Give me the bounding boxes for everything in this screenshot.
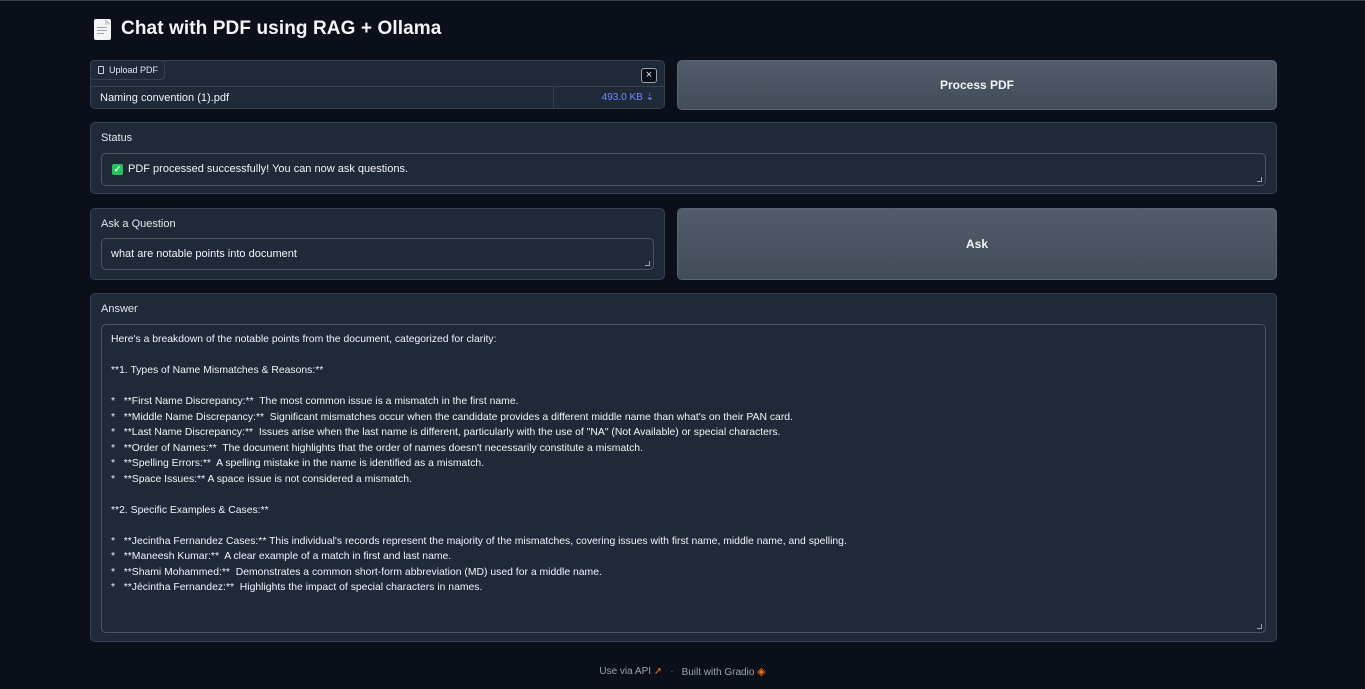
file-icon — [98, 66, 104, 74]
ask-button[interactable]: Ask — [677, 208, 1277, 280]
built-with-gradio-link[interactable]: Built with Gradio ◈ — [682, 665, 766, 678]
status-value: PDF processed successfully! You can now … — [128, 163, 409, 175]
answer-line: * **Space Issues:** A space issue is not… — [111, 473, 412, 485]
file-name: Naming convention (1).pdf — [100, 91, 230, 104]
process-pdf-button[interactable]: Process PDF — [677, 60, 1277, 110]
api-link-text: Use via API — [599, 665, 652, 677]
resize-handle[interactable] — [645, 261, 650, 266]
answer-line: * **Spelling Errors:** A spelling mistak… — [111, 458, 485, 469]
answer-line: * **Order of Names:** The document highl… — [111, 442, 643, 454]
answer-textbox[interactable]: Here's a breakdown of the notable points… — [101, 324, 1266, 633]
file-size-download-link[interactable]: 493.0 KB ⇣ — [554, 92, 664, 103]
answer-line: * **Last Name Discrepancy:** Issues aris… — [111, 427, 781, 438]
question-input[interactable]: what are notable points into document — [101, 238, 654, 270]
rocket-icon: ➚ — [653, 665, 663, 677]
built-with-text: Built with Gradio — [681, 666, 755, 678]
status-label: Status — [101, 132, 133, 144]
resize-handle[interactable] — [1257, 177, 1262, 182]
question-value: what are notable points into document — [111, 248, 297, 260]
document-icon — [94, 18, 111, 40]
answer-line: * **Jécintha Fernandez:** Highlights the… — [111, 582, 483, 593]
gradio-logo-icon: ◈ — [757, 665, 766, 678]
page-header: Chat with PDF using RAG + Ollama — [94, 15, 441, 43]
answer-line: * **Maneesh Kumar:** A clear example of … — [111, 551, 452, 562]
answer-line: Here's a breakdown of the notable points… — [111, 334, 497, 345]
answer-line: * **Middle Name Discrepancy:** Significa… — [111, 411, 793, 423]
upload-tab-label: Upload PDF — [109, 65, 159, 75]
answer-line: * **Shami Mohammed:** Demonstrates a com… — [111, 566, 602, 578]
upload-pdf-tab: Upload PDF — [90, 60, 165, 80]
question-label: Ask a Question — [101, 218, 176, 230]
status-textbox[interactable]: ✓ PDF processed successfully! You can no… — [101, 153, 1266, 186]
answer-line — [111, 518, 1255, 534]
clear-file-button[interactable]: × — [641, 68, 657, 83]
use-via-api-link[interactable]: Use via API ➚ — [599, 666, 662, 677]
answer-line: * **First Name Discrepancy:** The most c… — [111, 396, 519, 407]
page-title: Chat with PDF using RAG + Ollama — [121, 18, 442, 39]
answer-line — [111, 348, 1255, 364]
answer-label: Answer — [101, 303, 138, 315]
check-icon: ✓ — [112, 163, 123, 175]
top-border — [0, 0, 1365, 1]
answer-line: * **Jecintha Fernandez Cases:** This ind… — [111, 535, 847, 547]
answer-line: **2. Specific Examples & Cases:** — [111, 504, 269, 516]
uploaded-file-row: Naming convention (1).pdf 493.0 KB ⇣ — [91, 86, 664, 109]
answer-text: Here's a breakdown of the notable points… — [111, 332, 1255, 596]
resize-handle[interactable] — [1257, 624, 1262, 629]
footer: Use via API ➚ · Built with Gradio ◈ — [0, 663, 1365, 679]
answer-line — [111, 487, 1255, 503]
answer-line — [111, 379, 1255, 395]
answer-line: **1. Types of Name Mismatches & Reasons:… — [111, 365, 324, 376]
footer-separator: · — [670, 665, 674, 677]
